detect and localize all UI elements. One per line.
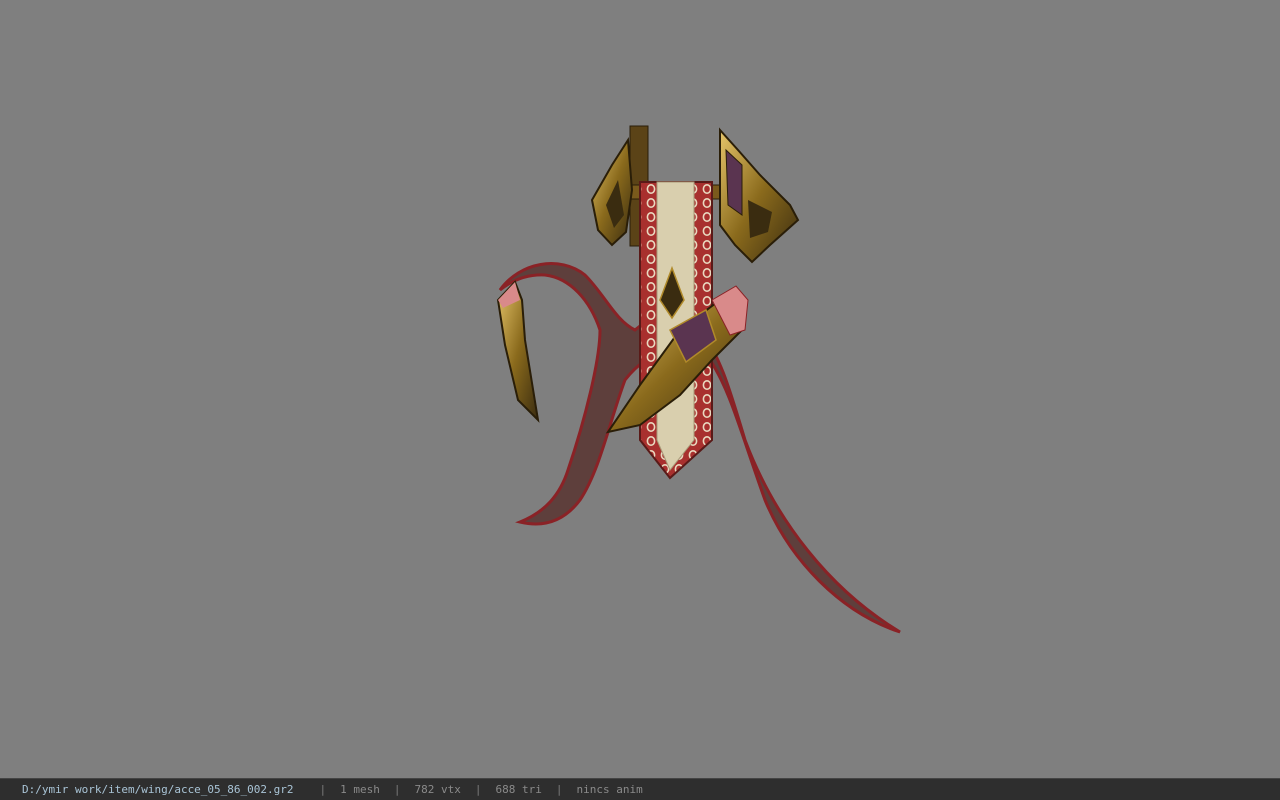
file-path: D:/ymir work/item/wing/acce_05_86_002.gr…: [22, 783, 294, 796]
animation-status: nincs anim: [576, 783, 643, 796]
mesh-count: 1 mesh: [340, 783, 380, 796]
left-ornament-shape: [590, 136, 634, 247]
triangle-count: 688 tri: [495, 783, 542, 796]
wing-accessory-model[interactable]: [0, 0, 1280, 778]
separator: |: [474, 783, 482, 796]
vertex-count: 782 vtx: [414, 783, 461, 796]
status-bar: D:/ymir work/item/wing/acce_05_86_002.gr…: [0, 778, 1280, 800]
separator: |: [393, 783, 401, 796]
separator: |: [555, 783, 563, 796]
3d-viewport[interactable]: [0, 0, 1280, 778]
separator: |: [319, 783, 327, 796]
left-tassel-shape: [496, 280, 540, 423]
right-ornament-shape: [719, 127, 800, 264]
